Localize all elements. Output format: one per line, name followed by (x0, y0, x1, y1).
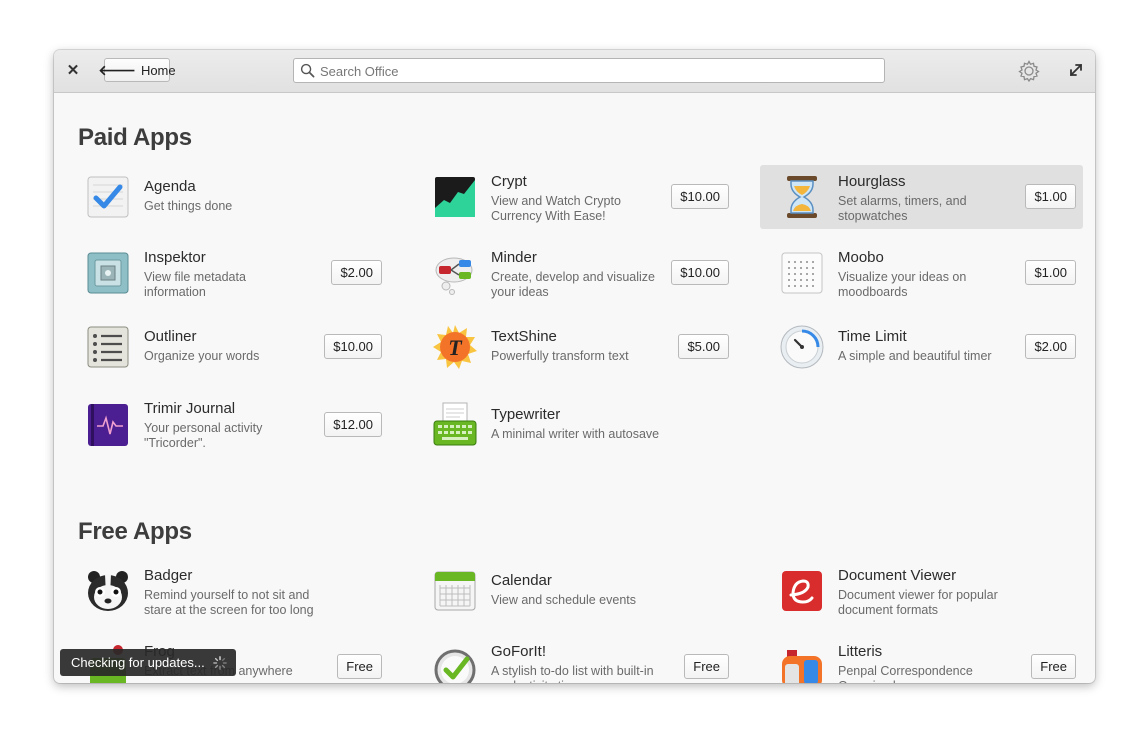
app-desc: Set alarms, timers, and stopwatches (838, 194, 967, 223)
app-name: GoForIt! (491, 643, 547, 660)
app-name: Hourglass (838, 173, 906, 190)
search-input[interactable] (318, 61, 872, 82)
price-button[interactable]: Free (1031, 654, 1076, 679)
app-name: TextShine (491, 328, 557, 345)
app-card-calendar[interactable]: Calendar View and schedule events (413, 559, 736, 623)
app-card-agenda[interactable]: Agenda Get things done (66, 165, 389, 229)
app-name: Outliner (144, 328, 197, 345)
app-name: Time Limit (838, 328, 907, 345)
price-button[interactable]: $2.00 (1025, 334, 1076, 359)
app-card-time-limit[interactable]: Time Limit A simple and beautiful timer … (760, 315, 1083, 379)
spinner-icon (212, 655, 227, 670)
price-button[interactable]: $12.00 (324, 412, 382, 437)
app-name: Agenda (144, 178, 196, 195)
price-button[interactable]: $2.00 (331, 260, 382, 285)
app-desc: Document viewer for popular document for… (838, 588, 998, 617)
price-button[interactable]: Free (684, 654, 729, 679)
app-name: Trimir Journal (144, 400, 236, 417)
header-bar: ✕ 🡐 Home (54, 50, 1095, 93)
toast-text: Checking for updates... (71, 655, 205, 670)
app-card-typewriter[interactable]: Typewriter A minimal writer with autosav… (413, 393, 736, 457)
home-button[interactable]: 🡐 Home (98, 58, 176, 82)
price-button[interactable]: $5.00 (678, 334, 729, 359)
inspektor-icon (87, 252, 129, 294)
close-icon[interactable]: ✕ (64, 62, 82, 80)
minder-icon (435, 257, 473, 295)
price-button[interactable]: $10.00 (324, 334, 382, 359)
main-content: Paid Apps Agenda Get things done Crypt V… (54, 93, 1095, 683)
app-card-inspektor[interactable]: Inspektor View file metadata information… (66, 241, 389, 305)
price-button[interactable]: $1.00 (1025, 184, 1076, 209)
update-toast: Checking for updates... (60, 649, 236, 676)
section-title-free: Free Apps (78, 518, 192, 545)
litteris-icon (782, 650, 822, 683)
app-name: Moobo (838, 249, 884, 266)
app-name: Litteris (838, 643, 883, 660)
app-card-crypt[interactable]: Crypt View and Watch Crypto Currency Wit… (413, 165, 736, 229)
price-button[interactable]: $10.00 (671, 260, 729, 285)
app-name: Document Viewer (838, 567, 957, 584)
search-field[interactable] (293, 58, 885, 83)
app-desc: A stylish to-do list with built-in produ… (491, 664, 654, 683)
textshine-icon: T (433, 325, 477, 369)
app-desc: View and Watch Crypto Currency With Ease… (491, 194, 621, 223)
app-desc: Your personal activity "Tricorder". (144, 421, 263, 450)
document-viewer-icon (782, 571, 822, 611)
app-desc: Organize your words (144, 349, 260, 363)
crypt-icon (435, 177, 475, 217)
app-card-moobo[interactable]: Moobo Visualize your ideas on moodboards… (760, 241, 1083, 305)
svg-text:T: T (448, 335, 463, 360)
trimir-journal-icon (88, 404, 128, 446)
app-desc: Get things done (144, 199, 233, 213)
app-name: Crypt (491, 173, 527, 190)
app-name: Inspektor (144, 249, 206, 266)
app-card-goforit[interactable]: GoForIt! A stylish to-do list with built… (413, 635, 736, 683)
agenda-icon (87, 176, 129, 218)
app-window: ✕ 🡐 Home Paid Apps (54, 50, 1095, 683)
app-desc: Create, develop and visualize your ideas (491, 270, 655, 299)
search-icon (300, 63, 315, 78)
app-name: Badger (144, 567, 193, 584)
app-desc: Powerfully transform text (491, 349, 629, 363)
app-card-document-viewer[interactable]: Document Viewer Document viewer for popu… (760, 559, 1083, 623)
typewriter-icon (433, 402, 477, 446)
app-card-badger[interactable]: Badger Remind yourself to not sit and st… (66, 559, 389, 623)
app-desc: A simple and beautiful timer (838, 349, 992, 363)
app-desc: View file metadata information (144, 270, 246, 299)
moobo-icon (781, 252, 823, 294)
goforit-icon (434, 649, 476, 683)
outliner-icon (87, 326, 129, 368)
time-limit-icon (780, 325, 824, 369)
app-desc: View and schedule events (491, 593, 637, 607)
section-title-paid: Paid Apps (78, 124, 192, 151)
app-card-outliner[interactable]: Outliner Organize your words $10.00 (66, 315, 389, 379)
app-desc: Penpal Correspondence Organized (838, 664, 973, 683)
badger-icon (88, 571, 128, 611)
price-button[interactable]: $10.00 (671, 184, 729, 209)
app-desc: Visualize your ideas on moodboards (838, 270, 967, 299)
app-card-textshine[interactable]: T TextShine Powerfully transform text $5… (413, 315, 736, 379)
home-button-label: Home (140, 62, 176, 78)
price-button[interactable]: $1.00 (1025, 260, 1076, 285)
app-card-hourglass[interactable]: Hourglass Set alarms, timers, and stopwa… (760, 165, 1083, 229)
back-arrow-icon: 🡐 (98, 61, 136, 78)
app-name: Minder (491, 249, 537, 266)
app-desc: Remind yourself to not sit and stare at … (144, 588, 314, 617)
app-name: Calendar (491, 572, 552, 589)
app-card-minder[interactable]: Minder Create, develop and visualize you… (413, 241, 736, 305)
app-desc: A minimal writer with autosave (491, 427, 660, 441)
gear-icon[interactable] (1017, 59, 1041, 83)
app-name: Typewriter (491, 406, 561, 423)
hourglass-icon (787, 176, 817, 218)
app-card-litteris[interactable]: Litteris Penpal Correspondence Organized… (760, 635, 1083, 683)
price-button[interactable]: Free (337, 654, 382, 679)
maximize-icon[interactable] (1068, 62, 1084, 78)
calendar-icon (434, 571, 476, 611)
app-card-trimir-journal[interactable]: Trimir Journal Your personal activity "T… (66, 393, 389, 457)
